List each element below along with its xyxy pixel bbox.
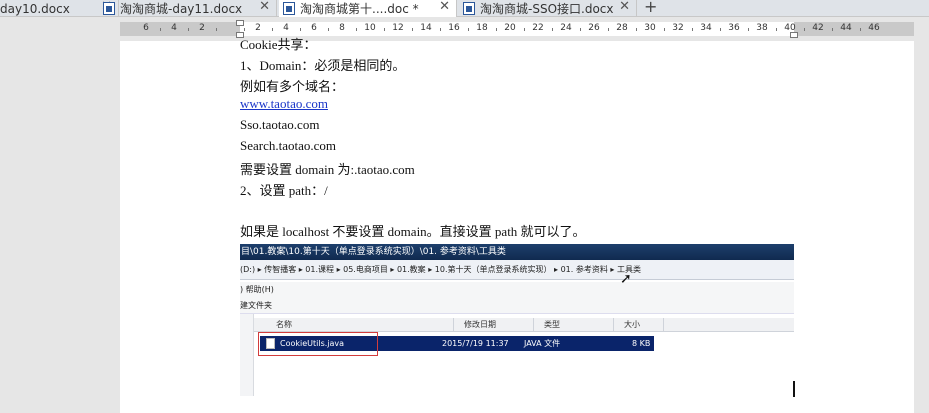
- ruler-number: 38: [756, 23, 768, 33]
- close-icon[interactable]: ✕: [259, 0, 270, 14]
- document-paragraph: Search.taotao.com: [240, 138, 337, 153]
- column-modified-date: 修改日期: [454, 318, 534, 332]
- ruler-tick: [776, 28, 777, 31]
- ruler-tick: [664, 28, 665, 31]
- highlight-box: [258, 332, 378, 356]
- ruler-tick: [216, 28, 217, 31]
- column-name: 名称: [266, 318, 454, 332]
- ruler-tick: [468, 28, 469, 31]
- document-paragraph: 如果是 localhost 不要设置 domain。直接设置 path 就可以了…: [240, 224, 586, 239]
- ruler-tick: [860, 28, 861, 31]
- ruler-number: 10: [364, 23, 376, 33]
- explorer-menu-bar: ) 帮助(H): [240, 282, 794, 298]
- column-size: 大小: [614, 318, 664, 332]
- tab-sso-interface[interactable]: 淘淘商城-SSO接口.docx ✕: [459, 0, 637, 17]
- ruler-tick: [496, 28, 497, 31]
- ruler-tick: [244, 28, 245, 31]
- ruler-number: 36: [728, 23, 740, 33]
- ruler-tick: [356, 28, 357, 31]
- ruler-tick: [384, 28, 385, 31]
- explorer-column-headers: 名称 修改日期 类型 大小: [254, 318, 794, 332]
- tab-day11[interactable]: 淘淘商城-day11.docx ✕: [99, 0, 277, 17]
- ruler-number: 22: [532, 23, 544, 33]
- ruler-number: 6: [143, 23, 149, 33]
- ruler-number: 34: [700, 23, 712, 33]
- tab-active-document[interactable]: 淘淘商城第十....doc * ✕: [279, 0, 457, 17]
- file-type: JAVA 文件: [524, 339, 561, 348]
- document-paragraph: Sso.taotao.com: [240, 117, 320, 132]
- tab-label: 淘淘商城-day11.docx: [120, 2, 243, 16]
- ruler-tick: [636, 28, 637, 31]
- ruler-number: 16: [448, 23, 460, 33]
- tab-label: 淘淘商城第十....doc *: [300, 2, 419, 16]
- ruler-tick: [552, 28, 553, 31]
- ruler-tick: [412, 28, 413, 31]
- first-line-indent-marker[interactable]: [236, 20, 244, 26]
- document-paragraph: Cookie共享：: [240, 37, 317, 52]
- ruler-tick: [300, 28, 301, 31]
- explorer-navigation-pane: [240, 314, 254, 396]
- ruler-tick: [272, 28, 273, 31]
- document-paragraph: 需要设置 domain 为:.taotao.com: [240, 162, 415, 177]
- ruler-tick: [692, 28, 693, 31]
- ruler-tick: [580, 28, 581, 31]
- file-date: 2015/7/19 11:37: [442, 339, 509, 348]
- explorer-title-bar: 目\01.教案\10.第十天（单点登录系统实现）\01. 参考资料\工具类: [240, 244, 794, 260]
- ruler-tick: [328, 28, 329, 31]
- ruler-number: 44: [840, 23, 852, 33]
- ruler-number: 20: [504, 23, 516, 33]
- ruler-number: 2: [199, 23, 205, 33]
- column-type: 类型: [534, 318, 614, 332]
- close-icon[interactable]: ✕: [439, 0, 450, 14]
- close-icon[interactable]: ✕: [619, 0, 630, 14]
- ruler-number: 12: [392, 23, 404, 33]
- ruler-number: 14: [420, 23, 432, 33]
- ruler-number: 8: [339, 23, 345, 33]
- word-document-icon: [463, 2, 475, 15]
- ruler-tick: [832, 28, 833, 31]
- ruler-number: 6: [311, 23, 317, 33]
- ruler-number: 28: [616, 23, 628, 33]
- mouse-pointer-icon: ➚: [620, 271, 632, 287]
- ruler-number: 30: [644, 23, 656, 33]
- ruler-tick: [188, 28, 189, 31]
- file-size: 8 KB: [632, 339, 651, 348]
- ruler-tick: [440, 28, 441, 31]
- document-paragraph: 1、Domain：必须是相同的。: [240, 58, 406, 73]
- word-document-icon: [103, 2, 115, 15]
- embedded-explorer-screenshot: 目\01.教案\10.第十天（单点登录系统实现）\01. 参考资料\工具类 (D…: [240, 244, 794, 396]
- ruler-number: 24: [560, 23, 572, 33]
- tab-label: 淘淘商城-SSO接口.docx: [480, 2, 614, 16]
- ruler-tick: [524, 28, 525, 31]
- ruler-number: 4: [171, 23, 177, 33]
- new-tab-icon[interactable]: +: [644, 0, 657, 16]
- document-tab-bar: day10.docx ✕ 淘淘商城-day11.docx ✕ 淘淘商城第十...…: [0, 0, 929, 17]
- ruler-number: 42: [812, 23, 824, 33]
- ruler-number: 46: [868, 23, 880, 33]
- ruler-tick: [160, 28, 161, 31]
- explorer-toolbar: 建文件夹: [240, 298, 794, 314]
- text-cursor: [793, 381, 795, 397]
- document-paragraph: 例如有多个域名：: [240, 79, 345, 94]
- explorer-address-bar: (D:) ▸ 传智播客 ▸ 01.课程 ▸ 05.电商项目 ▸ 01.教案 ▸ …: [240, 260, 794, 280]
- ruler-tick: [748, 28, 749, 31]
- horizontal-ruler[interactable]: 6 4 2 2 4 6 8 10 12 14 16 18 20 22 24 26 28 30 32 34 36 38 40 4…: [0, 17, 929, 41]
- ruler-tick: [720, 28, 721, 31]
- ruler-number: 2: [255, 23, 261, 33]
- ruler-number: 4: [283, 23, 289, 33]
- ruler-number: 18: [476, 23, 488, 33]
- tab-label: day10.docx: [0, 1, 70, 16]
- document-link[interactable]: www.taotao.com: [240, 96, 328, 112]
- ruler-tick: [804, 28, 805, 31]
- document-paragraph: 2、设置 path：/: [240, 183, 328, 198]
- word-document-icon: [283, 2, 295, 15]
- ruler-number: 32: [672, 23, 684, 33]
- ruler-number: 26: [588, 23, 600, 33]
- right-indent-marker[interactable]: [790, 32, 798, 38]
- ruler-tick: [608, 28, 609, 31]
